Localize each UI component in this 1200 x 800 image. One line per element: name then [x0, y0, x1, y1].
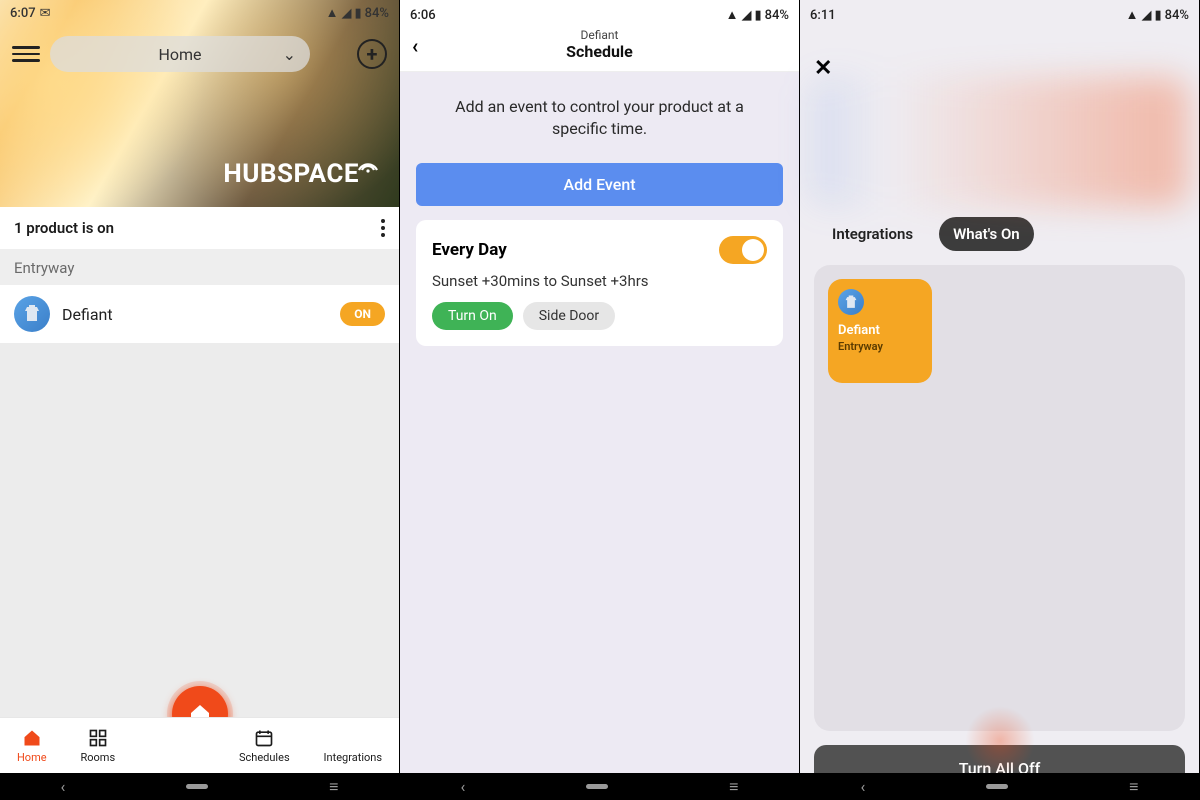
- tab-home[interactable]: Home: [17, 728, 47, 764]
- chevron-down-icon: ⌄: [283, 45, 296, 64]
- battery-icon: ▮: [354, 6, 361, 21]
- wifi-icon: ▲: [726, 7, 739, 23]
- whats-on-screen: 6:11 ▲ ◢ ▮ 84% ✕ Integrations What's On …: [800, 0, 1200, 800]
- android-nav-bar: ‹ ≡: [800, 773, 1199, 800]
- android-nav-bar: ‹ ≡: [0, 773, 399, 800]
- event-enable-toggle[interactable]: [719, 236, 767, 264]
- tab-integrations[interactable]: Integrations: [324, 728, 382, 764]
- clock: 6:11: [810, 8, 836, 23]
- home-screen: 6:07 ✉ ▲ ◢ ▮ 84% Home ⌄ + HUBSPACE: [0, 0, 400, 800]
- battery-pct: 84%: [365, 6, 389, 21]
- tab-whats-on[interactable]: What's On: [939, 217, 1034, 251]
- home-nav[interactable]: [586, 784, 608, 789]
- fab-glow: [965, 706, 1035, 776]
- clock: 6:06: [410, 8, 436, 23]
- tile-device-name: Defiant: [838, 323, 922, 338]
- device-name: Defiant: [62, 305, 328, 324]
- back-nav[interactable]: ‹: [60, 777, 65, 796]
- location-label: Home: [158, 45, 201, 64]
- add-button[interactable]: +: [357, 39, 387, 69]
- signal-icon: ◢: [341, 6, 351, 21]
- more-menu-button[interactable]: [381, 219, 385, 237]
- tab-rooms[interactable]: Rooms: [80, 728, 115, 764]
- wifi-icon: ▲: [1126, 7, 1139, 23]
- device-row-defiant[interactable]: Defiant ON: [0, 285, 399, 343]
- recent-nav[interactable]: ≡: [729, 777, 738, 797]
- hero-banner: 6:07 ✉ ▲ ◢ ▮ 84% Home ⌄ + HUBSPACE: [0, 0, 399, 207]
- room-section-label: Entryway: [0, 249, 399, 285]
- header-subtitle: Defiant: [414, 28, 785, 42]
- location-selector[interactable]: Home ⌄: [50, 36, 310, 72]
- device-state-toggle[interactable]: ON: [340, 302, 385, 326]
- mail-icon: ✉: [40, 6, 51, 21]
- device-grid: Defiant Entryway: [814, 265, 1185, 731]
- wifi-arc-icon: [357, 151, 379, 181]
- recent-nav[interactable]: ≡: [1129, 777, 1138, 797]
- tab-integrations[interactable]: Integrations: [818, 217, 927, 251]
- device-tile-defiant[interactable]: Defiant Entryway: [828, 279, 932, 383]
- wifi-icon: ▲: [326, 5, 339, 21]
- product-status-row: 1 product is on: [0, 207, 399, 249]
- back-nav[interactable]: ‹: [860, 777, 865, 796]
- schedule-header: 6:06 ▲ ◢ ▮ 84% ‹ Defiant Schedule: [400, 0, 799, 72]
- signal-icon: ◢: [741, 8, 751, 23]
- android-nav-bar: ‹ ≡: [400, 773, 799, 800]
- brand-logo: HUBSPACE: [223, 151, 379, 189]
- battery-pct: 84%: [765, 8, 789, 23]
- menu-button[interactable]: [12, 40, 40, 68]
- home-nav[interactable]: [186, 784, 208, 789]
- recent-nav[interactable]: ≡: [329, 777, 338, 797]
- event-title: Every Day: [432, 240, 507, 260]
- blurred-background: [810, 77, 1189, 207]
- battery-pct: 84%: [1165, 8, 1189, 23]
- header-title: Schedule: [414, 42, 785, 61]
- tab-schedules[interactable]: Schedules: [239, 728, 290, 764]
- info-text: Add an event to control your product at …: [416, 88, 783, 149]
- home-nav[interactable]: [986, 784, 1008, 789]
- add-event-button[interactable]: Add Event: [416, 163, 783, 206]
- lantern-icon: [14, 296, 50, 332]
- back-nav[interactable]: ‹: [460, 777, 465, 796]
- products-on-text: 1 product is on: [14, 219, 114, 237]
- bottom-tab-bar: Home Rooms Schedules Integrations: [0, 717, 399, 773]
- event-location-chip: Side Door: [523, 302, 615, 330]
- signal-icon: ◢: [1141, 8, 1151, 23]
- battery-icon: ▮: [1154, 8, 1161, 23]
- lantern-icon: [838, 289, 864, 315]
- tile-room-name: Entryway: [838, 340, 922, 353]
- schedule-screen: 6:06 ▲ ◢ ▮ 84% ‹ Defiant Schedule Add an…: [400, 0, 800, 800]
- event-card[interactable]: Every Day Sunset +30mins to Sunset +3hrs…: [416, 220, 783, 346]
- status-bar: 6:07 ✉ ▲ ◢ ▮ 84%: [0, 0, 399, 26]
- clock: 6:07: [10, 6, 36, 21]
- filter-tabs: Integrations What's On: [800, 217, 1199, 251]
- battery-icon: ▮: [754, 8, 761, 23]
- event-action-chip: Turn On: [432, 302, 513, 330]
- back-button[interactable]: ‹: [412, 34, 418, 58]
- status-bar: 6:11 ▲ ◢ ▮ 84%: [800, 0, 1199, 26]
- event-time-range: Sunset +30mins to Sunset +3hrs: [432, 272, 767, 290]
